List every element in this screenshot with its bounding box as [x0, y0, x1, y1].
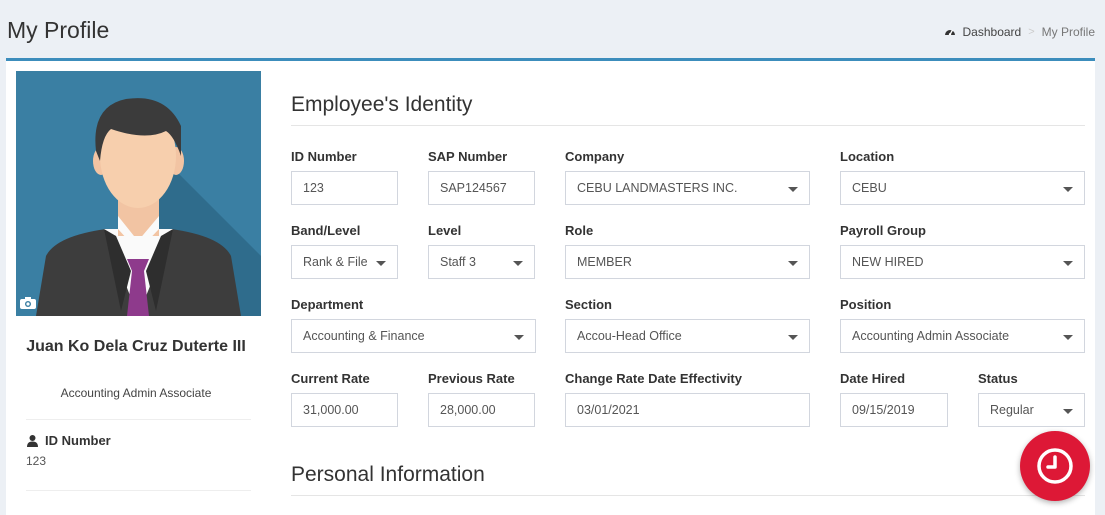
sap-number-label: SAP Number — [428, 149, 508, 164]
section-rule — [291, 125, 1085, 126]
profile-position: Accounting Admin Associate — [60, 386, 212, 400]
department-value: Accounting & Finance — [303, 329, 425, 343]
clock-fab-button[interactable] — [1020, 431, 1090, 501]
date-hired-label: Date Hired — [840, 371, 906, 386]
avatar — [16, 71, 261, 316]
payroll-group-select[interactable]: NEW HIRED — [840, 245, 1085, 279]
band-level-select[interactable]: Rank & File — [291, 245, 398, 279]
id-number-label: ID Number — [291, 149, 357, 164]
current-rate-input[interactable]: 31,000.00 — [291, 393, 398, 427]
status-label: Status — [978, 371, 1018, 386]
current-rate-label: Current Rate — [291, 371, 370, 386]
role-select[interactable]: MEMBER — [565, 245, 810, 279]
side-id-label: ID Number — [27, 433, 111, 448]
change-rate-date-input[interactable]: 03/01/2021 — [565, 393, 810, 427]
side-id-label-text: ID Number — [45, 433, 111, 448]
sap-number-value: SAP124567 — [440, 181, 507, 195]
status-value: Regular — [990, 403, 1034, 417]
previous-rate-value: 28,000.00 — [440, 403, 496, 417]
sap-number-input[interactable]: SAP124567 — [428, 171, 535, 205]
role-value: MEMBER — [577, 255, 632, 269]
previous-rate-input[interactable]: 28,000.00 — [428, 393, 535, 427]
divider — [26, 490, 251, 491]
breadcrumb-current: My Profile — [1041, 25, 1095, 39]
level-value: Staff 3 — [440, 255, 476, 269]
section-title-identity: Employee's Identity — [291, 93, 473, 116]
change-rate-date-value: 03/01/2021 — [577, 403, 640, 417]
breadcrumb-dashboard-link[interactable]: Dashboard — [963, 25, 1022, 39]
department-select[interactable]: Accounting & Finance — [291, 319, 536, 353]
payroll-group-label: Payroll Group — [840, 223, 926, 238]
divider — [26, 419, 251, 420]
side-id-value: 123 — [26, 454, 47, 468]
position-select[interactable]: Accounting Admin Associate — [840, 319, 1085, 353]
clock-icon — [1037, 448, 1073, 484]
section-label: Section — [565, 297, 612, 312]
breadcrumb: Dashboard > My Profile — [944, 25, 1095, 39]
current-rate-value: 31,000.00 — [303, 403, 359, 417]
department-label: Department — [291, 297, 364, 312]
page-title: My Profile — [7, 17, 110, 43]
id-number-input[interactable]: 123 — [291, 171, 398, 205]
status-select[interactable]: Regular — [978, 393, 1085, 427]
section-value: Accou-Head Office — [577, 329, 682, 343]
location-select[interactable]: CEBU — [840, 171, 1085, 205]
user-icon — [27, 434, 38, 447]
company-value: CEBU LANDMASTERS INC. — [577, 181, 738, 195]
caret-down-icon — [513, 261, 523, 266]
section-rule — [291, 495, 1085, 496]
section-title-personal: Personal Information — [291, 463, 485, 486]
profile-name: Juan Ko Dela Cruz Duterte III — [26, 338, 246, 355]
date-hired-value: 09/15/2019 — [852, 403, 915, 417]
date-hired-input[interactable]: 09/15/2019 — [840, 393, 948, 427]
change-rate-date-label: Change Rate Date Effectivity — [565, 371, 742, 386]
role-label: Role — [565, 223, 594, 238]
dashboard-icon — [944, 29, 955, 36]
camera-icon[interactable] — [20, 296, 36, 309]
band-level-label: Band/Level — [291, 223, 361, 238]
caret-down-icon — [1063, 261, 1073, 266]
level-label: Level — [428, 223, 462, 238]
band-level-value: Rank & File — [303, 255, 368, 269]
page-header: My Profile Dashboard > My Profile — [0, 0, 1105, 58]
payroll-group-value: NEW HIRED — [852, 255, 924, 269]
section-select[interactable]: Accou-Head Office — [565, 319, 810, 353]
breadcrumb-separator: > — [1028, 26, 1035, 38]
previous-rate-label: Previous Rate — [428, 371, 515, 386]
caret-down-icon — [788, 261, 798, 266]
position-label: Position — [840, 297, 892, 312]
caret-down-icon — [1063, 335, 1073, 340]
company-label: Company — [565, 149, 625, 164]
level-select[interactable]: Staff 3 — [428, 245, 535, 279]
caret-down-icon — [1063, 409, 1073, 414]
caret-down-icon — [788, 335, 798, 340]
company-select[interactable]: CEBU LANDMASTERS INC. — [565, 171, 810, 205]
location-label: Location — [840, 149, 895, 164]
position-value: Accounting Admin Associate — [852, 329, 1010, 343]
caret-down-icon — [788, 187, 798, 192]
id-number-value: 123 — [303, 181, 324, 195]
caret-down-icon — [376, 261, 386, 266]
caret-down-icon — [514, 335, 524, 340]
caret-down-icon — [1063, 187, 1073, 192]
location-value: CEBU — [852, 181, 887, 195]
